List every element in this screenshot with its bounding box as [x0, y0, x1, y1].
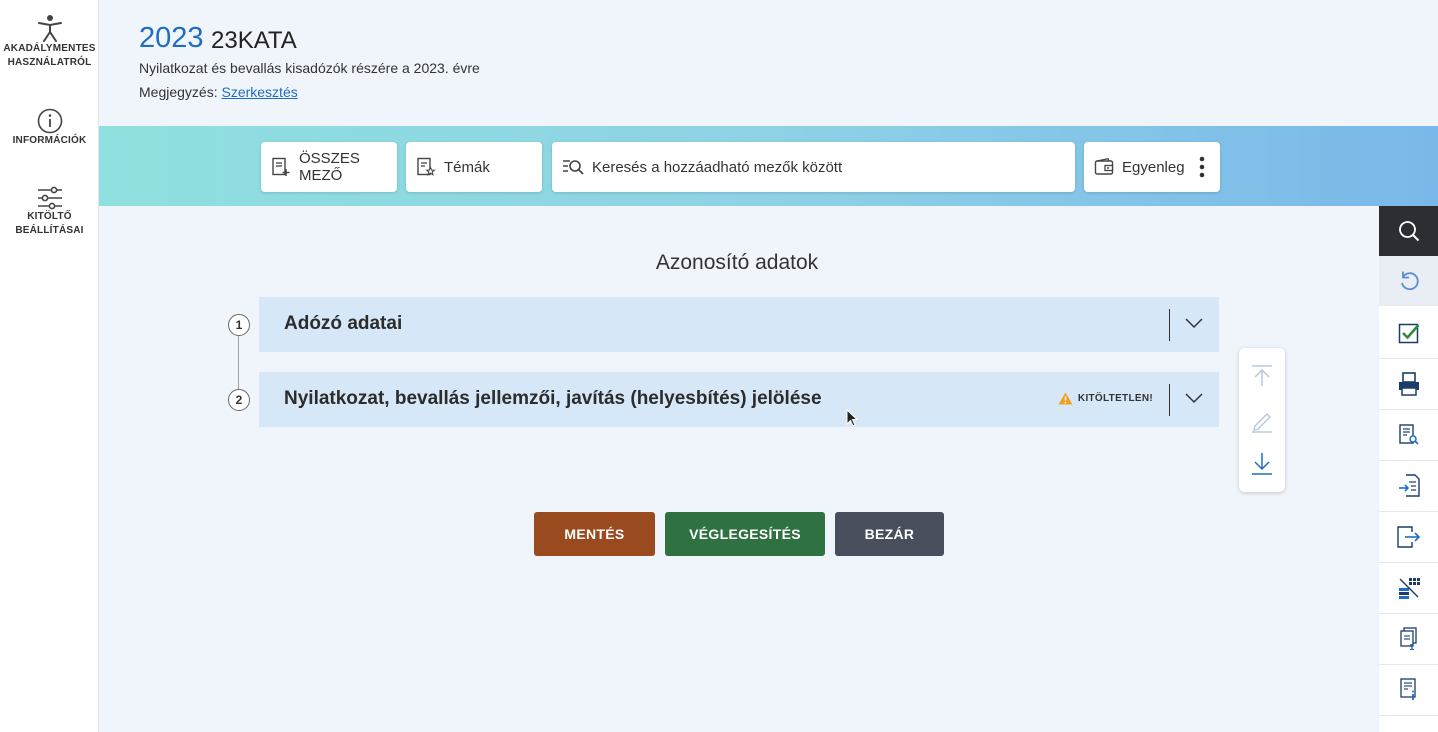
note-row: Megjegyzés: Szerkesztés: [139, 84, 298, 100]
scroll-top-icon[interactable]: [1250, 364, 1274, 388]
settings-label-line1: KITÖLTŐ: [27, 211, 72, 222]
navigation-mini-toolbar: [1239, 348, 1285, 492]
topics-label: Témák: [444, 158, 490, 176]
accessibility-label-line1: AKADÁLYMENTES: [3, 43, 96, 54]
import-button[interactable]: [1379, 461, 1438, 512]
panel-divider: [1169, 384, 1170, 416]
add-field-icon: [272, 157, 290, 176]
balance-label: Egyenleg: [1122, 158, 1185, 176]
validate-button[interactable]: [1379, 308, 1438, 359]
topics-star-icon: [417, 157, 436, 176]
printer-icon: [1398, 372, 1419, 396]
topics-button[interactable]: Témák: [406, 142, 542, 192]
step-connector: [238, 336, 239, 390]
search-list-icon: [563, 160, 584, 175]
info-icon: [37, 108, 62, 134]
all-fields-button[interactable]: ÖSSZES MEZŐ: [261, 142, 397, 192]
warning-icon: [1058, 392, 1073, 405]
panel-title: Nyilatkozat, bevallás jellemzői, javítás…: [284, 388, 822, 409]
form-code: 23KATA: [211, 27, 297, 54]
step-number-2: 2: [228, 389, 250, 411]
unfilled-warning-badge: KITÖLTETLEN!: [1058, 392, 1153, 405]
accessibility-label-line2: HASZNÁLATRÓL: [7, 57, 92, 68]
sliders-icon: [37, 186, 62, 210]
more-vertical-icon[interactable]: [1199, 156, 1205, 178]
panel-divider: [1169, 309, 1170, 341]
accordion-panel-declaration-features[interactable]: Nyilatkozat, bevallás jellemzői, javítás…: [259, 372, 1219, 427]
accessibility-icon: [37, 15, 62, 42]
toolbar: ÖSSZES MEZŐ Témák Keresés a hozzáadható …: [99, 126, 1438, 206]
form-subtitle: Nyilatkozat és bevallás kisadózók részér…: [139, 60, 480, 76]
balance-button[interactable]: Egyenleg: [1084, 142, 1220, 192]
step-number-1: 1: [228, 314, 250, 336]
panel-title: Adózó adatai: [284, 313, 403, 334]
save-button[interactable]: MENTÉS: [534, 512, 655, 556]
page-header: 2023 23KATA Nyilatkozat és bevallás kisa…: [99, 0, 1438, 126]
wallet-icon: [1094, 158, 1114, 175]
filler-settings-menu-item[interactable]: KITÖLTŐ BEÁLLÍTÁSAI: [0, 186, 99, 238]
search-button[interactable]: [1379, 206, 1438, 256]
search-icon: [1398, 221, 1419, 242]
print-button[interactable]: [1379, 359, 1438, 410]
document-info-icon: [1399, 678, 1416, 700]
info-label: INFORMÁCIÓK: [12, 135, 87, 146]
accessibility-menu-item[interactable]: AKADÁLYMENTES HASZNÁLATRÓL: [0, 14, 99, 70]
right-action-bar: 1: [1379, 206, 1438, 732]
field-search-input[interactable]: Keresés a hozzáadható mezők között: [552, 142, 1075, 192]
mouse-cursor-icon: [846, 409, 858, 427]
undo-icon: [1400, 271, 1419, 291]
form-year: 2023: [139, 22, 204, 54]
preview-button[interactable]: [1379, 410, 1438, 461]
svg-text:1: 1: [1409, 643, 1415, 651]
section-title: Azonosító adatok: [655, 251, 819, 274]
undo-button[interactable]: [1379, 256, 1438, 306]
form-info-button[interactable]: [1379, 665, 1438, 716]
document-import-icon: [1398, 474, 1420, 497]
warning-text: KITÖLTETLEN!: [1077, 393, 1153, 404]
export-button[interactable]: [1379, 512, 1438, 563]
info-menu-item[interactable]: INFORMÁCIÓK: [0, 108, 99, 148]
grid-table-icon: [1398, 578, 1420, 599]
scroll-bottom-icon[interactable]: [1250, 452, 1274, 476]
document-export-icon: [1396, 526, 1420, 548]
note-label: Megjegyzés:: [139, 84, 218, 100]
table-view-button[interactable]: [1379, 563, 1438, 614]
chevron-down-icon[interactable]: [1185, 317, 1203, 329]
chevron-down-icon[interactable]: [1185, 392, 1203, 404]
settings-label-line2: BEÁLLÍTÁSAI: [15, 225, 84, 236]
copies-button[interactable]: 1: [1379, 614, 1438, 665]
finalize-button[interactable]: VÉGLEGESÍTÉS: [665, 512, 825, 556]
checkbox-check-icon: [1398, 323, 1419, 344]
left-sidebar: AKADÁLYMENTES HASZNÁLATRÓL INFORMÁCIÓK K…: [0, 0, 99, 732]
close-button[interactable]: BEZÁR: [835, 512, 944, 556]
document-copies-icon: 1: [1399, 627, 1417, 651]
accordion-panel-taxpayer-data[interactable]: Adózó adatai: [259, 297, 1219, 352]
note-edit-link[interactable]: Szerkesztés: [221, 84, 297, 100]
edit-pencil-icon[interactable]: [1250, 409, 1274, 433]
all-fields-label: ÖSSZES MEZŐ: [299, 150, 360, 184]
document-search-icon: [1398, 424, 1419, 445]
search-placeholder: Keresés a hozzáadható mezők között: [592, 158, 843, 176]
